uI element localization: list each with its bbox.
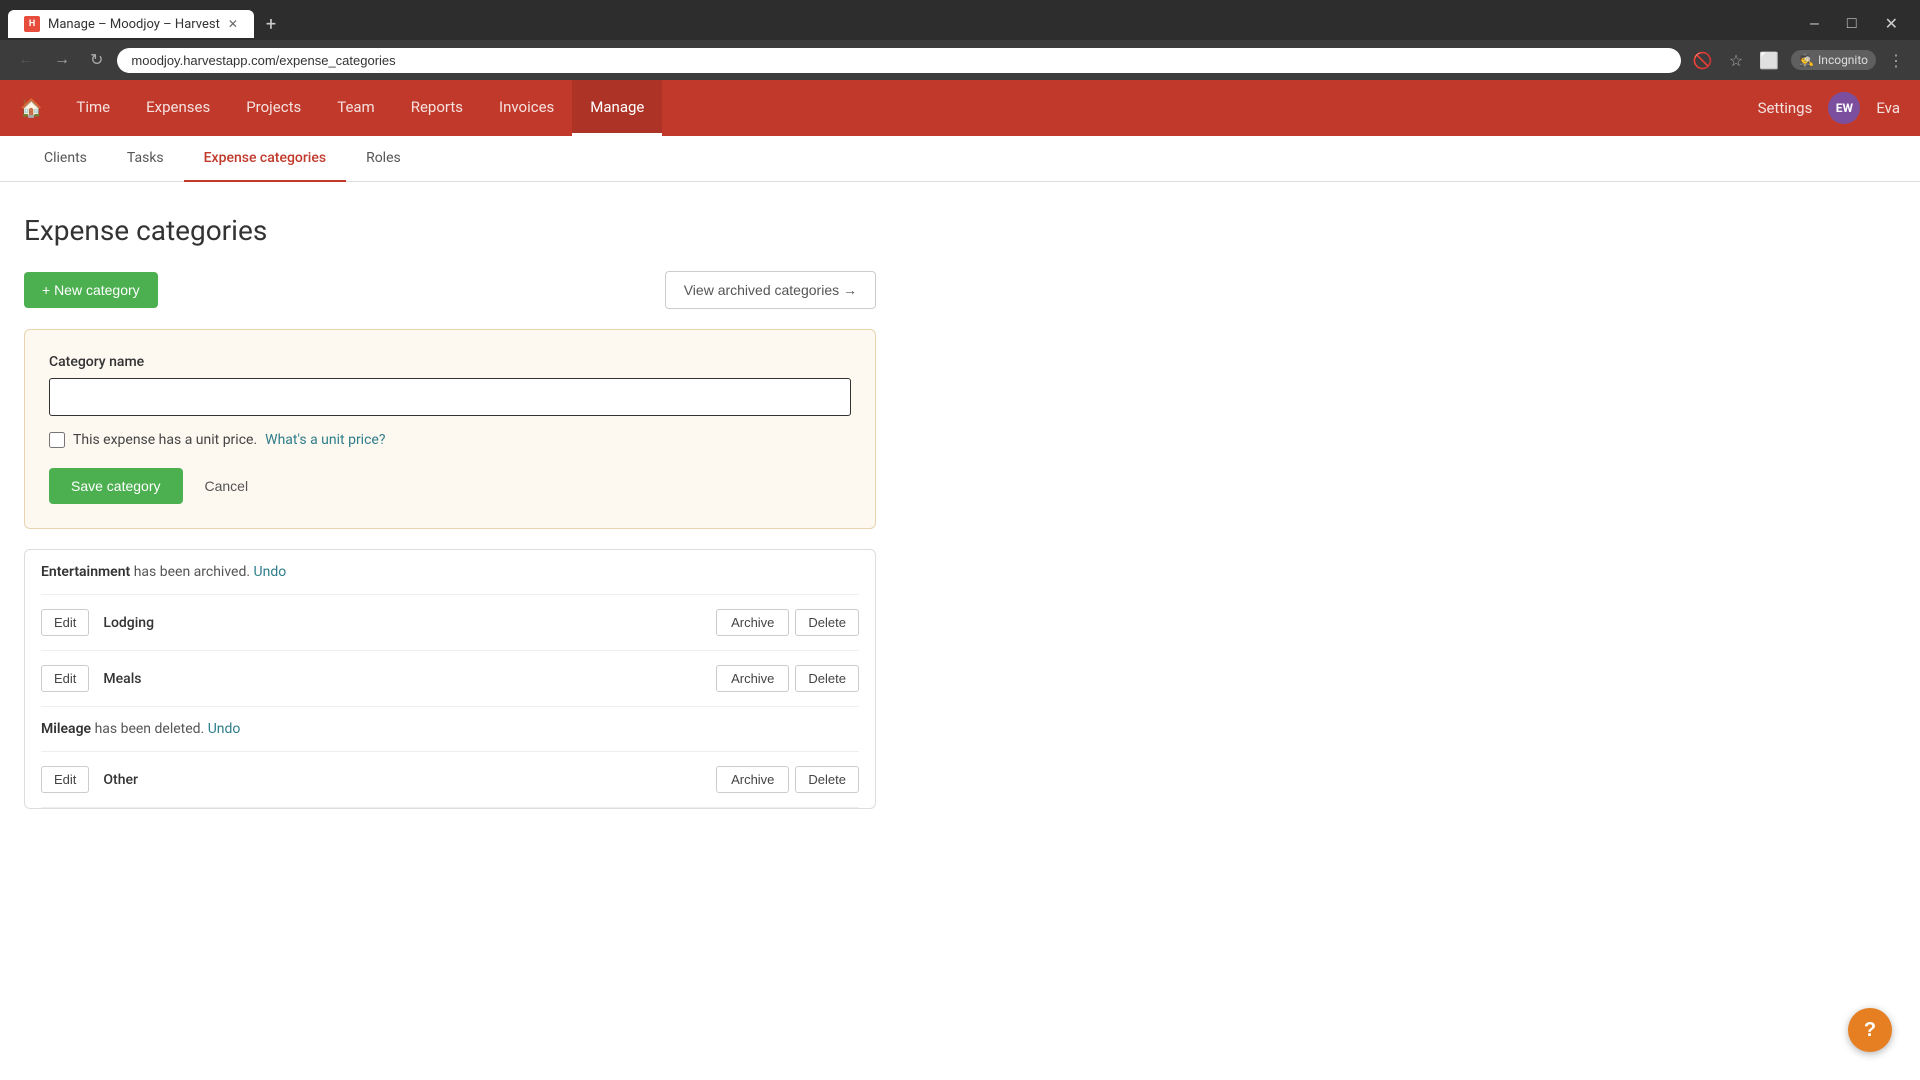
save-category-button[interactable]: Save category <box>49 468 183 504</box>
extensions-icon[interactable]: ⬜ <box>1755 47 1783 74</box>
incognito-icon: 🕵️ <box>1799 53 1814 67</box>
lodging-actions-left: Edit <box>41 609 89 636</box>
forward-button[interactable]: → <box>48 47 76 73</box>
nav-projects[interactable]: Projects <box>228 80 319 136</box>
form-actions: Save category Cancel <box>49 468 851 504</box>
settings-link[interactable]: Settings <box>1758 99 1813 117</box>
app-nav: 🏠 Time Expenses Projects Team Reports In… <box>0 80 1920 136</box>
nav-right: Settings EW Eva <box>1758 92 1900 124</box>
lodging-row: Edit Lodging Archive Delete <box>41 595 859 651</box>
sub-nav-tasks[interactable]: Tasks <box>107 136 184 182</box>
meals-name: Meals <box>103 671 716 687</box>
minimize-button[interactable]: – <box>1796 9 1833 39</box>
meals-archive-button[interactable]: Archive <box>716 665 789 692</box>
meals-actions-right: Archive Delete <box>716 665 859 692</box>
lodging-actions-right: Archive Delete <box>716 609 859 636</box>
help-button[interactable]: ? <box>1848 1008 1892 1052</box>
category-name-input[interactable] <box>49 378 851 416</box>
unit-price-checkbox[interactable] <box>49 432 65 448</box>
tab-title: Manage – Moodjoy – Harvest <box>48 17 220 32</box>
archived-message: has been archived. <box>134 564 254 580</box>
other-actions-left: Edit <box>41 766 89 793</box>
toolbar-row: + New category View archived categories … <box>24 271 876 309</box>
cancel-button[interactable]: Cancel <box>193 468 261 504</box>
maximize-button[interactable]: □ <box>1833 9 1871 39</box>
browser-tab[interactable]: H Manage – Moodjoy – Harvest ✕ <box>8 10 254 38</box>
browser-toolbar: ← → ↻ 🚫 ☆ ⬜ 🕵️ Incognito ⋮ <box>0 40 1920 80</box>
lodging-delete-button[interactable]: Delete <box>795 609 859 636</box>
bookmark-icon[interactable]: ☆ <box>1725 47 1747 74</box>
main-content: Expense categories + New category View a… <box>0 182 900 841</box>
close-window-button[interactable]: ✕ <box>1871 8 1912 40</box>
mileage-deleted-notification: Mileage has been deleted. Undo <box>41 707 859 752</box>
page-title: Expense categories <box>24 214 876 247</box>
meals-edit-button[interactable]: Edit <box>41 665 89 692</box>
favicon: H <box>24 16 40 32</box>
meals-delete-button[interactable]: Delete <box>795 665 859 692</box>
other-actions-right: Archive Delete <box>716 766 859 793</box>
nav-invoices[interactable]: Invoices <box>481 80 572 136</box>
unit-price-label: This expense has a unit price. <box>73 432 257 448</box>
nav-manage[interactable]: Manage <box>572 80 662 136</box>
menu-icon[interactable]: ⋮ <box>1884 47 1908 74</box>
lodging-archive-button[interactable]: Archive <box>716 609 789 636</box>
entertainment-undo-link[interactable]: Undo <box>254 564 287 580</box>
mileage-undo-link[interactable]: Undo <box>208 721 241 737</box>
mileage-name: Mileage <box>41 721 91 737</box>
other-row: Edit Other Archive Delete <box>41 752 859 808</box>
unit-price-link[interactable]: What's a unit price? <box>265 432 385 448</box>
lodging-edit-button[interactable]: Edit <box>41 609 89 636</box>
new-tab-button[interactable]: + <box>258 10 284 39</box>
category-list-container: Entertainment has been archived. Undo Ed… <box>24 549 876 809</box>
address-bar[interactable] <box>117 48 1681 73</box>
toolbar-right: 🚫 ☆ ⬜ 🕵️ Incognito ⋮ <box>1689 47 1908 74</box>
deleted-message: has been deleted. <box>95 721 208 737</box>
sub-nav-clients[interactable]: Clients <box>24 136 107 182</box>
other-delete-button[interactable]: Delete <box>795 766 859 793</box>
nav-links: Time Expenses Projects Team Reports Invo… <box>58 80 1757 136</box>
close-tab-icon[interactable]: ✕ <box>228 17 238 31</box>
category-name-label: Category name <box>49 354 851 370</box>
other-archive-button[interactable]: Archive <box>716 766 789 793</box>
nav-time[interactable]: Time <box>58 80 128 136</box>
entertainment-archived-notification: Entertainment has been archived. Undo <box>41 550 859 595</box>
incognito-badge: 🕵️ Incognito <box>1791 50 1876 70</box>
user-name[interactable]: Eva <box>1876 99 1900 117</box>
window-controls: – □ ✕ <box>1796 8 1912 40</box>
meals-actions-left: Edit <box>41 665 89 692</box>
other-edit-button[interactable]: Edit <box>41 766 89 793</box>
sub-nav: Clients Tasks Expense categories Roles <box>0 136 1920 182</box>
new-category-form: Category name This expense has a unit pr… <box>24 329 876 529</box>
other-name: Other <box>103 772 716 788</box>
sub-nav-expense-categories[interactable]: Expense categories <box>184 136 346 182</box>
browser-tabs: H Manage – Moodjoy – Harvest ✕ + – □ ✕ <box>0 0 1920 40</box>
new-category-button[interactable]: + New category <box>24 272 158 308</box>
view-archived-button[interactable]: View archived categories → <box>665 271 876 309</box>
no-tracking-icon: 🚫 <box>1689 47 1717 74</box>
nav-reports[interactable]: Reports <box>393 80 481 136</box>
nav-team[interactable]: Team <box>319 80 393 136</box>
home-icon[interactable]: 🏠 <box>20 98 42 119</box>
avatar: EW <box>1828 92 1860 124</box>
reload-button[interactable]: ↻ <box>84 46 109 74</box>
meals-row: Edit Meals Archive Delete <box>41 651 859 707</box>
lodging-name: Lodging <box>103 615 716 631</box>
nav-expenses[interactable]: Expenses <box>128 80 228 136</box>
unit-price-row: This expense has a unit price. What's a … <box>49 432 851 448</box>
back-button[interactable]: ← <box>12 47 40 73</box>
category-list-inner: Entertainment has been archived. Undo Ed… <box>25 550 875 808</box>
sub-nav-roles[interactable]: Roles <box>346 136 421 182</box>
browser-chrome: H Manage – Moodjoy – Harvest ✕ + – □ ✕ ←… <box>0 0 1920 80</box>
entertainment-name: Entertainment <box>41 564 130 580</box>
incognito-label: Incognito <box>1818 53 1868 67</box>
